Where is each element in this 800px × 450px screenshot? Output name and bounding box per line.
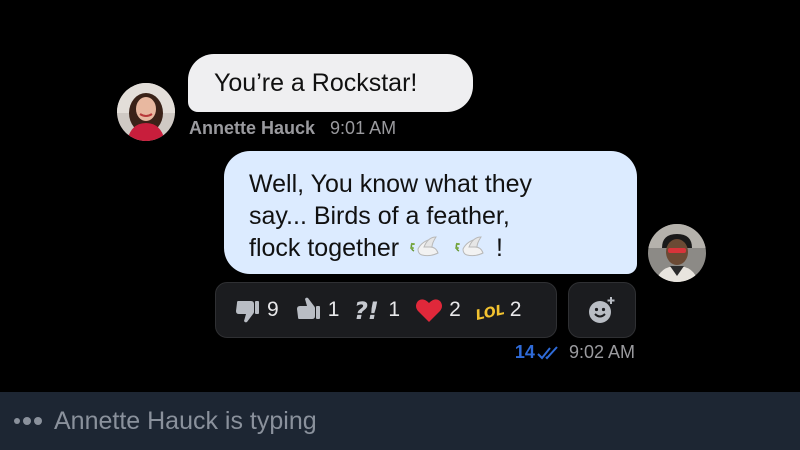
- lol-icon: LOL: [475, 302, 505, 324]
- reaction-lol[interactable]: LOL 2: [475, 295, 522, 325]
- reaction-count: 1: [388, 298, 401, 321]
- outgoing-line-3-end: !: [495, 234, 503, 262]
- incoming-message-meta: Annette Hauck 9:01 AM: [189, 118, 396, 139]
- avatar-annette-hauck[interactable]: [117, 83, 175, 141]
- outgoing-line-3: flock together !: [249, 232, 617, 264]
- dove-icon: [410, 236, 439, 257]
- reaction-heart[interactable]: 2: [414, 295, 461, 325]
- add-emoji-icon: [589, 297, 615, 323]
- outgoing-line-2: say... Birds of a feather,: [249, 202, 510, 230]
- reaction-thumbs-up[interactable]: 1: [293, 295, 340, 325]
- typing-indicator-text: Annette Hauck is typing: [54, 406, 317, 435]
- reaction-interrobang[interactable]: ?! 1: [353, 295, 400, 325]
- outgoing-timestamp: 9:02 AM: [568, 342, 635, 362]
- reactions-bar: 9 1 ?! 1 2 LOL 2: [215, 282, 557, 338]
- outgoing-message-meta: 14 9:02 AM: [515, 342, 635, 363]
- reaction-count: 1: [327, 298, 340, 321]
- typing-indicator-bar: Annette Hauck is typing: [0, 392, 800, 450]
- outgoing-message-bubble[interactable]: Well, You know what they say... Birds of…: [224, 151, 637, 274]
- reaction-count: 2: [449, 298, 461, 321]
- reaction-count: 9: [267, 298, 279, 321]
- outgoing-line-3-text: flock together: [249, 234, 400, 262]
- double-check-icon: [537, 345, 558, 359]
- sender-name[interactable]: Annette Hauck: [189, 118, 315, 138]
- incoming-timestamp: 9:01 AM: [330, 118, 397, 138]
- thumbs-up-icon: [296, 297, 320, 319]
- dove-icon: [455, 236, 484, 257]
- outgoing-line-1: Well, You know what they: [249, 170, 533, 198]
- reaction-count: 2: [509, 298, 522, 321]
- svg-text:?!: ?!: [354, 297, 379, 325]
- svg-text:LOL: LOL: [475, 302, 505, 324]
- read-count[interactable]: 14: [515, 342, 535, 363]
- thumbs-down-icon: [236, 301, 259, 323]
- avatar-current-user[interactable]: [648, 224, 706, 282]
- interrobang-icon: ?!: [354, 297, 379, 325]
- reaction-thumbs-down[interactable]: 9: [232, 295, 279, 325]
- incoming-message-text: You’re a Rockstar!: [214, 69, 418, 97]
- heart-icon: [416, 299, 443, 322]
- add-reaction-button[interactable]: [568, 282, 636, 338]
- typing-dots-icon: [14, 417, 45, 425]
- incoming-message-bubble[interactable]: You’re a Rockstar!: [188, 54, 473, 112]
